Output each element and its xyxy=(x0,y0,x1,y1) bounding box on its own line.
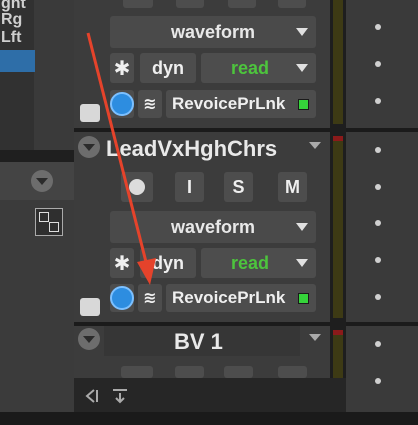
annotation-arrow xyxy=(86,32,156,285)
